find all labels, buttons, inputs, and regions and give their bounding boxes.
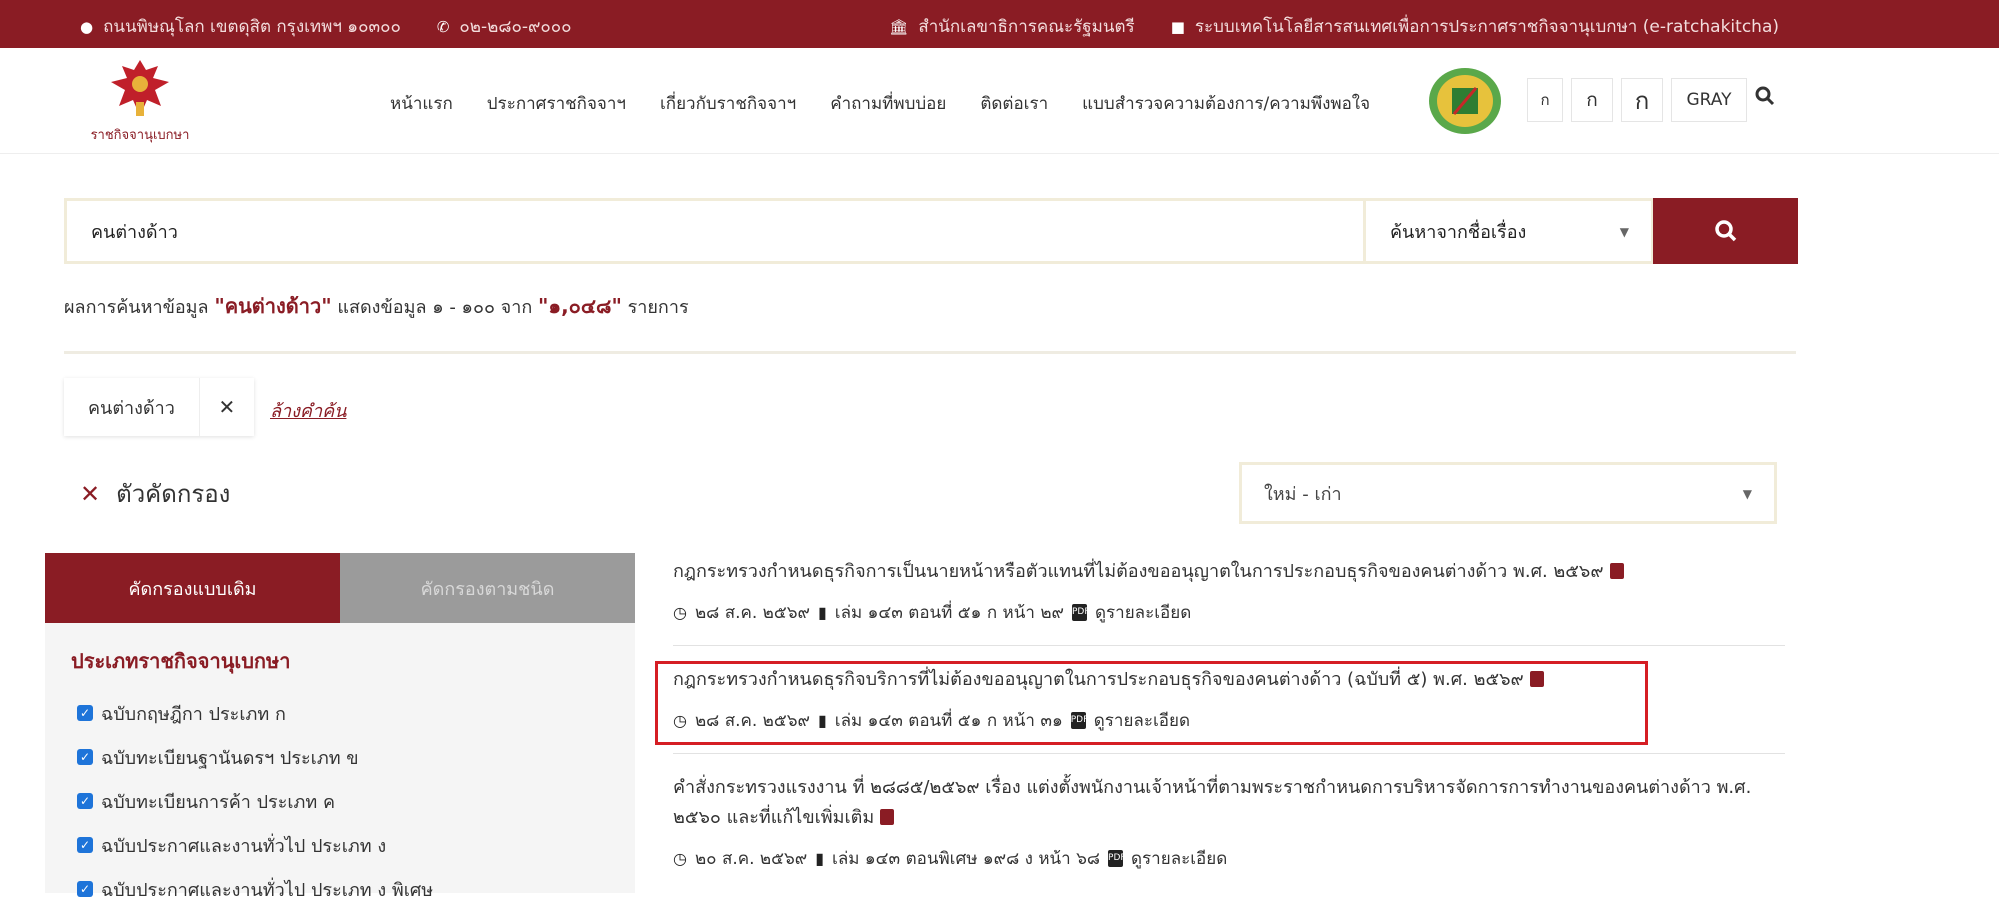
result-meta: ◷ ๒๐ ส.ค. ๒๕๖๙ ▮ เล่ม ๑๔๓ ตอนพิเศษ ๑๙๘ ง… [673, 845, 1796, 872]
result-meta: ◷ ๒๘ ส.ค. ๒๕๖๙ ▮ เล่ม ๑๔๓ ตอนที่ ๕๑ ก หน… [673, 599, 1796, 626]
address-text: ถนนพิษณุโลก เขตดุสิต กรุงเทพฯ ๑๐๓๐๐ [103, 17, 401, 37]
filter-panel: ประเภทราชกิจจานุเบกษา ✓ ฉบับกฤษฎีกา ประเภ… [45, 623, 635, 901]
pdf-icon[interactable]: PDF [1071, 604, 1090, 621]
document-icon: ▮ [815, 849, 825, 868]
filter-item-label: ฉบับทะเบียนฐานันดรฯ ประเภท ข [101, 747, 359, 769]
search-term-chip: คนต่างด้าว ✕ [64, 378, 254, 436]
search-button[interactable] [1653, 198, 1798, 264]
chip-label: คนต่างด้าว [64, 378, 200, 436]
filter-tabs: คัดกรองแบบเดิม คัดกรองตามชนิด [45, 553, 635, 623]
font-large-button[interactable]: ก [1621, 78, 1663, 122]
result-title[interactable]: คำสั่งกระทรวงแรงงาน ที่ ๒๘๘๕/๒๕๖๙ เรื่อง… [673, 773, 1796, 833]
agency-emblem-icon [1429, 68, 1501, 134]
close-icon[interactable]: ✕ [80, 480, 100, 508]
tab-classic-filter[interactable]: คัดกรองแบบเดิม [45, 553, 340, 623]
result-prefix: ผลการค้นหาข้อมูล [64, 297, 209, 318]
tab-type-filter[interactable]: คัดกรองตามชนิด [340, 553, 635, 623]
result-suffix: รายการ [627, 297, 689, 318]
result-range: แสดงข้อมูล ๑ - ๑๐๐ จาก [337, 297, 533, 318]
result-title-text[interactable]: คำสั่งกระทรวงแรงงาน ที่ ๒๘๘๕/๒๕๖๙ เรื่อง… [673, 777, 1751, 828]
nav-announcements[interactable]: ประกาศราชกิจจาฯ [487, 90, 626, 117]
result-term: "คนต่างด้าว" [214, 294, 332, 318]
top-info-bar: ● ถนนพิษณุโลก เขตดุสิต กรุงเทพฯ ๑๐๓๐๐ ✆ … [0, 0, 1999, 48]
filter-item[interactable]: ✓ ฉบับประกาศและงานทั่วไป ประเภท ง พิเศษ [77, 867, 433, 911]
checkbox-checked-icon[interactable]: ✓ [77, 837, 93, 853]
result-title-text[interactable]: กฎกระทรวงกำหนดธุรกิจการเป็นนายหน้าหรือตั… [673, 561, 1604, 582]
nav-home[interactable]: หน้าแรก [390, 90, 453, 117]
logo-text: ราชกิจจานุเบกษา [90, 128, 190, 143]
filter-item-label: ฉบับประกาศและงานทั่วไป ประเภท ง พิเศษ [101, 879, 434, 901]
filter-item[interactable]: ✓ ฉบับทะเบียนการค้า ประเภท ค [77, 779, 433, 823]
filter-section-title: ประเภทราชกิจจานุเบกษา [71, 649, 291, 673]
header-search-icon[interactable] [1755, 86, 1775, 111]
site-logo[interactable]: ราชกิจจานุเบกษา [80, 56, 200, 146]
checkbox-checked-icon[interactable]: ✓ [77, 705, 93, 721]
result-detail-link[interactable]: ดูรายละเอียด [1131, 845, 1227, 872]
result-detail-link[interactable]: ดูรายละเอียด [1095, 599, 1191, 626]
filter-title: ตัวคัดกรอง [116, 480, 231, 508]
main-nav: หน้าแรก ประกาศราชกิจจาฯ เกี่ยวกับราชกิจจ… [390, 90, 1370, 117]
checkbox-checked-icon[interactable]: ✓ [77, 793, 93, 809]
phone-text: ๐๒-๒๘๐-๙๐๐๐ [459, 17, 572, 37]
font-medium-button[interactable]: ก [1571, 78, 1613, 122]
document-icon: ▮ [817, 603, 827, 622]
filter-item-label: ฉบับกฤษฎีกา ประเภท ก [101, 703, 286, 725]
result-title[interactable]: กฎกระทรวงกำหนดธุรกิจการเป็นนายหน้าหรือตั… [673, 557, 1796, 587]
document-icon: ■ [1170, 17, 1185, 36]
search-mode-value: ค้นหาจากชื่อเรื่อง [1390, 221, 1527, 243]
location-icon: ● [80, 17, 94, 36]
search-input[interactable]: คนต่างด้าว [64, 198, 1366, 264]
phone-icon: ✆ [436, 17, 450, 36]
copy-icon[interactable] [1609, 563, 1624, 579]
highlight-box [655, 661, 1648, 745]
search-icon [1714, 220, 1736, 242]
filter-item-label: ฉบับประกาศและงานทั่วไป ประเภท ง [101, 835, 387, 857]
filter-item[interactable]: ✓ ฉบับประกาศและงานทั่วไป ประเภท ง [77, 823, 433, 867]
result-date: ๒๘ ส.ค. ๒๕๖๙ [694, 603, 810, 623]
pdf-icon[interactable]: PDF [1108, 850, 1126, 867]
filter-list: ✓ ฉบับกฤษฎีกา ประเภท ก ✓ ฉบับทะเบียนฐานันด… [77, 691, 433, 911]
result-volume: เล่ม ๑๔๓ ตอนพิเศษ ๑๙๘ ง หน้า ๖๘ [832, 849, 1101, 869]
nav-contact[interactable]: ติดต่อเรา [980, 90, 1048, 117]
search-mode-select[interactable]: ค้นหาจากชื่อเรื่อง ▼ [1366, 198, 1654, 264]
filter-item[interactable]: ✓ ฉบับกฤษฎีกา ประเภท ก [77, 691, 433, 735]
copy-icon[interactable] [880, 809, 895, 825]
result-item: กฎกระทรวงกำหนดธุรกิจการเป็นนายหน้าหรือตั… [673, 557, 1796, 626]
site-header: ราชกิจจานุเบกษา หน้าแรก ประกาศราชกิจจาฯ … [0, 48, 1999, 154]
chevron-down-icon: ▼ [1619, 225, 1629, 239]
chip-remove-icon[interactable]: ✕ [200, 378, 254, 436]
sort-value: ใหม่ - เก่า [1264, 483, 1342, 505]
result-divider [673, 645, 1785, 646]
font-small-button[interactable]: ก [1527, 78, 1563, 122]
org-link[interactable]: สำนักเลขาธิการคณะรัฐมนตรี [918, 13, 1134, 40]
chevron-down-icon: ▼ [1742, 487, 1752, 501]
nav-survey[interactable]: แบบสำรวจความต้องการ/ความพึงพอใจ [1082, 90, 1370, 117]
clear-search-link[interactable]: ล้างคำค้น [270, 396, 346, 425]
result-volume: เล่ม ๑๔๓ ตอนที่ ๕๑ ก หน้า ๒๙ [834, 603, 1064, 623]
filter-item[interactable]: ✓ ฉบับทะเบียนฐานันดรฯ ประเภท ข [77, 735, 433, 779]
divider [64, 351, 1796, 354]
garuda-emblem-icon [111, 60, 169, 116]
nav-about[interactable]: เกี่ยวกับราชกิจจาฯ [660, 90, 796, 117]
sort-select[interactable]: ใหม่ - เก่า ▼ [1239, 462, 1777, 524]
gray-mode-button[interactable]: GRAY [1671, 78, 1747, 122]
font-size-controls: ก ก ก GRAY [1527, 78, 1747, 122]
result-summary: ผลการค้นหาข้อมูล "คนต่างด้าว" แสดงข้อมูล… [64, 290, 689, 322]
filter-header[interactable]: ✕ ตัวคัดกรอง [80, 474, 230, 513]
result-date: ๒๐ ส.ค. ๒๕๖๙ [694, 849, 808, 869]
result-total: "๑,๐๔๘" [537, 294, 622, 318]
result-divider [673, 753, 1785, 754]
clock-icon: ◷ [673, 849, 687, 868]
checkbox-checked-icon[interactable]: ✓ [77, 881, 93, 897]
nav-faq[interactable]: คำถามที่พบบ่อย [830, 90, 946, 117]
system-link[interactable]: ระบบเทคโนโลยีสารสนเทศเพื่อการประกาศราชกิ… [1195, 13, 1779, 40]
filter-item-label: ฉบับทะเบียนการค้า ประเภท ค [101, 791, 336, 813]
clock-icon: ◷ [673, 603, 687, 622]
checkbox-checked-icon[interactable]: ✓ [77, 749, 93, 765]
result-item: คำสั่งกระทรวงแรงงาน ที่ ๒๘๘๕/๒๕๖๙ เรื่อง… [673, 773, 1796, 872]
building-icon: 🏛 [889, 17, 909, 36]
